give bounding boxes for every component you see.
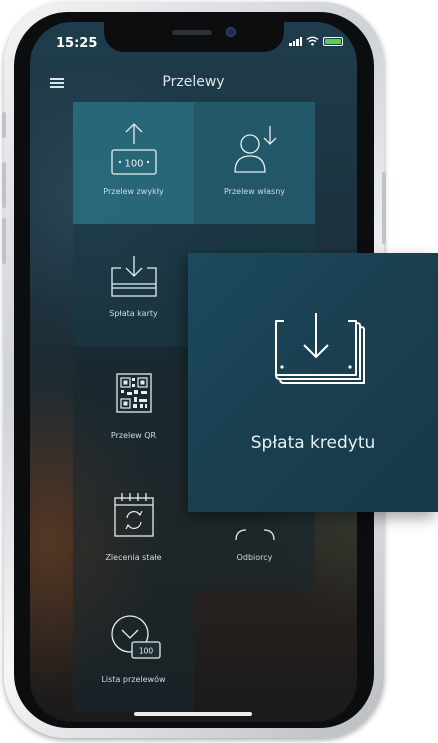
tile-label: Zlecenia stałe: [105, 553, 162, 562]
tile-label: Przelew zwykły: [103, 187, 164, 196]
tile-przelew-zwykly[interactable]: 100 Przelew zwykły: [73, 102, 194, 224]
silent-switch: [2, 112, 6, 138]
clock-money-icon: 100: [110, 615, 161, 659]
callout-splata-kredytu[interactable]: Spłata kredytu: [188, 253, 438, 512]
status-time: 15:25: [56, 36, 98, 51]
tile-label: Przelew QR: [110, 431, 157, 440]
tile-przelew-qr[interactable]: Przelew QR: [73, 346, 194, 468]
tile-przelew-wlasny[interactable]: Przelew własny: [194, 102, 315, 224]
callout-label: Spłata kredytu: [250, 433, 376, 453]
tile-empty: [194, 590, 315, 712]
loan-repayment-icon: [275, 313, 365, 384]
tile-label: Odbiorcy: [236, 553, 273, 562]
notch: [104, 22, 284, 52]
speaker: [172, 30, 212, 35]
tile-splata-karty[interactable]: Spłata karty: [73, 224, 194, 346]
money-badge-text: 100: [138, 647, 153, 656]
power-button: [382, 172, 386, 244]
home-indicator[interactable]: [134, 712, 252, 716]
volume-down-button: [2, 218, 6, 264]
tile-zlecenia-stale[interactable]: Zlecenia stałe: [73, 468, 194, 590]
tile-label: Spłata karty: [109, 309, 158, 318]
battery-icon: [323, 36, 343, 46]
money-badge-text: 100: [124, 159, 143, 170]
tile-lista-przelewow[interactable]: 100 Lista przelewów: [73, 590, 194, 712]
qr-code-icon: [115, 373, 152, 413]
wifi-icon: [306, 36, 319, 46]
transfer-out-icon: 100: [110, 123, 157, 175]
tile-label: Przelew własny: [223, 187, 285, 196]
calendar-recurring-icon: [113, 493, 154, 537]
volume-up-button: [2, 162, 6, 208]
status-icons: [289, 36, 343, 46]
card-payment-icon: [110, 256, 157, 297]
front-camera: [226, 27, 236, 37]
tile-label: Lista przelewów: [101, 675, 166, 684]
page-title: Przelewy: [162, 74, 225, 90]
signal-icon: [289, 36, 302, 46]
person-transfer-icon: [233, 126, 276, 173]
